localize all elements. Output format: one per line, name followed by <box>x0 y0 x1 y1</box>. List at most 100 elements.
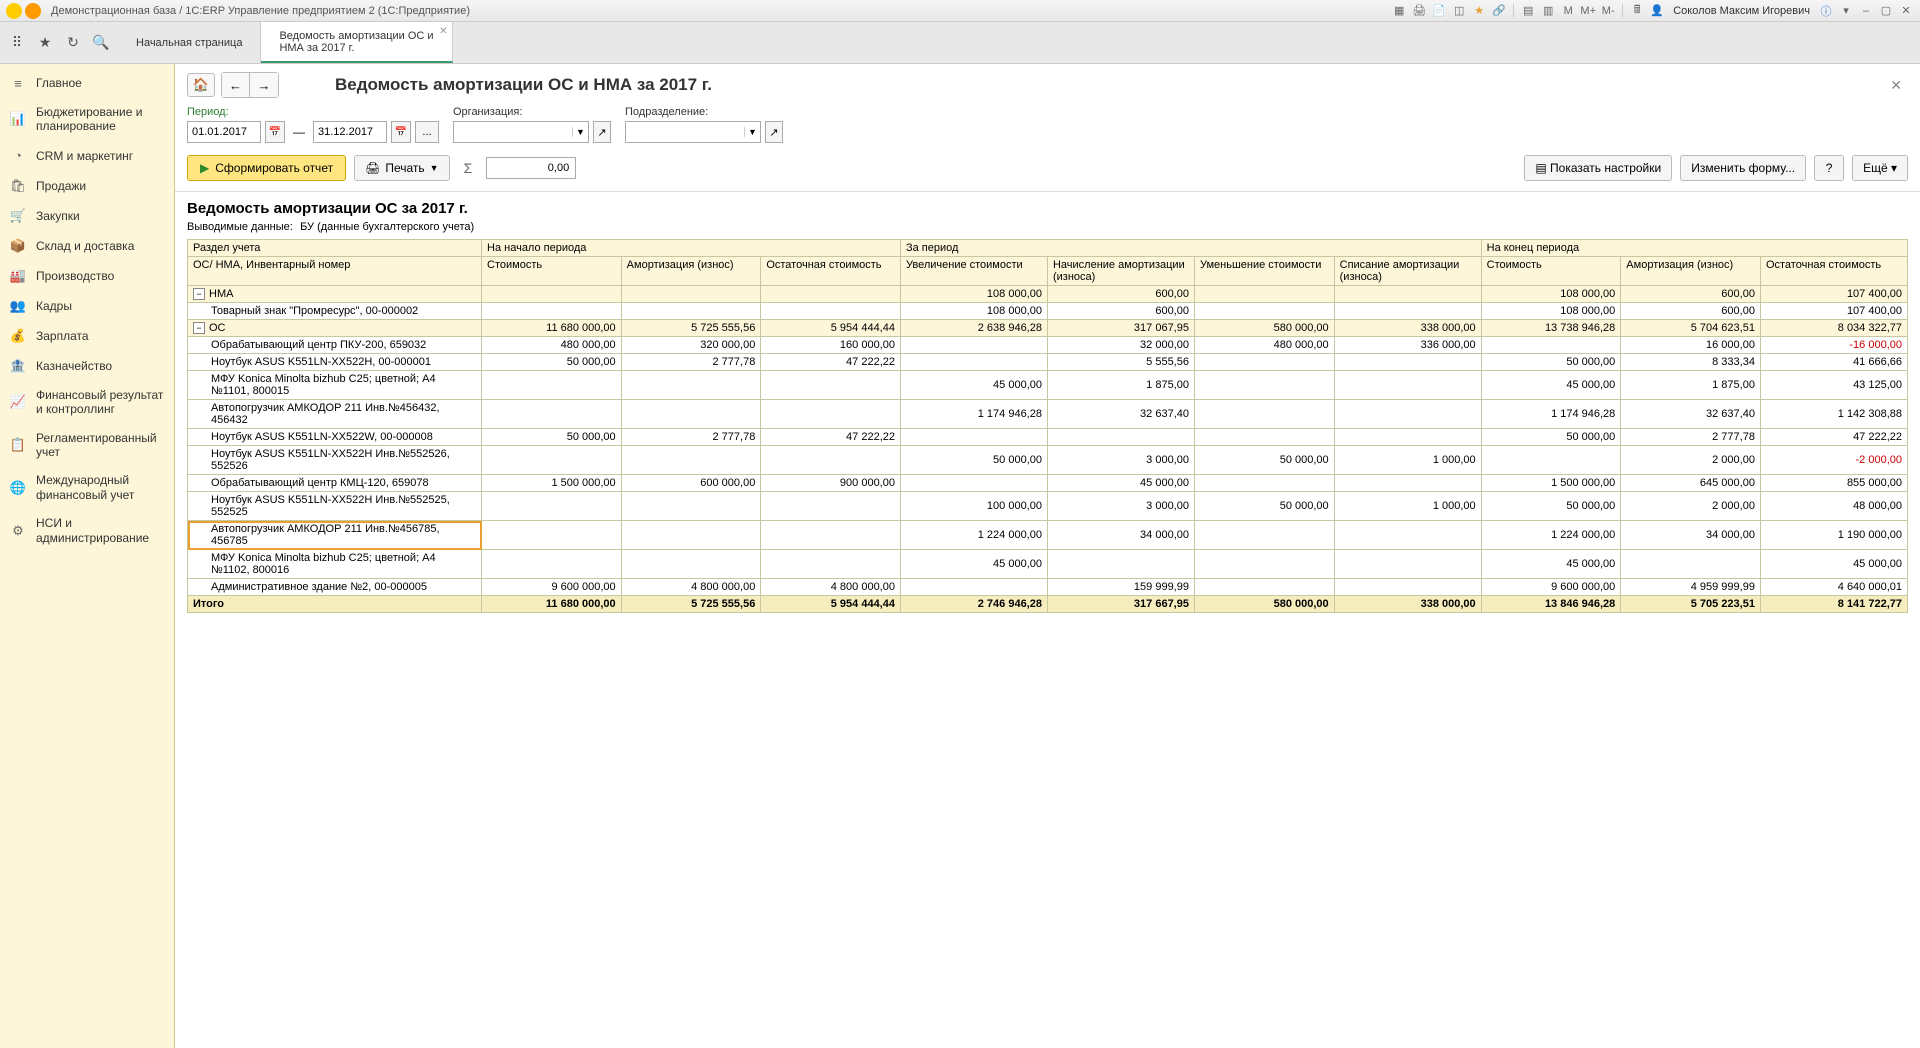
doc-icon[interactable]: 📄 <box>1431 3 1447 19</box>
toolbar-actions: ▶Сформировать отчет 🖨Печать▼ Σ ▤ Показат… <box>175 151 1920 191</box>
sidebar-icon: 🌐 <box>10 480 26 496</box>
table-row[interactable]: Обрабатывающий центр ПКУ-200, 659032480 … <box>188 337 1908 354</box>
sidebar-item-0[interactable]: ≡Главное <box>0 68 174 98</box>
date-to-input[interactable] <box>313 121 387 143</box>
tb-icon-1[interactable]: ▦ <box>1391 3 1407 19</box>
sidebar-item-8[interactable]: 💰Зарплата <box>0 321 174 351</box>
sidebar-item-11[interactable]: 📋Регламентированный учет <box>0 424 174 467</box>
report-table[interactable]: Раздел учетаНа начало периодаЗа периодНа… <box>187 239 1908 613</box>
user-icon[interactable]: 👤 <box>1649 3 1665 19</box>
sidebar-icon: ◔ <box>10 148 26 164</box>
tab-active[interactable]: Ведомость амортизации ОС и НМА за 2017 г… <box>261 22 452 63</box>
sidebar-item-7[interactable]: 👥 Кадры <box>0 291 174 321</box>
more-button[interactable]: Ещё ▾ <box>1852 155 1908 181</box>
link-icon[interactable]: 🔗 <box>1491 3 1507 19</box>
content: 🏠 ← → Ведомость амортизации ОС и НМА за … <box>175 64 1920 1048</box>
table-row[interactable]: Административное здание №2, 00-0000059 6… <box>188 579 1908 596</box>
period-ellipsis[interactable]: ... <box>415 121 439 143</box>
edit-form-button[interactable]: Изменить форму... <box>1680 155 1806 181</box>
drop-icon[interactable]: ▾ <box>1838 3 1854 19</box>
minimize-icon[interactable]: – <box>1858 3 1874 19</box>
m-minus-icon[interactable]: M- <box>1600 3 1616 19</box>
date-from-input[interactable] <box>187 121 261 143</box>
org-combo[interactable]: ▼ <box>453 121 589 143</box>
report-subtitle: Выводимые данные: БУ (данные бухгалтерск… <box>187 221 1908 233</box>
sidebar-item-2[interactable]: ◔ CRM и маркетинг <box>0 141 174 171</box>
compare-icon[interactable]: ◫ <box>1451 3 1467 19</box>
star-icon[interactable]: ★ <box>1471 3 1487 19</box>
sidebar-item-5[interactable]: 📦Склад и доставка <box>0 231 174 261</box>
org-label: Организация: <box>453 106 611 118</box>
sidebar-icon: 👥 <box>10 298 26 314</box>
close-icon[interactable]: ✕ <box>1898 3 1914 19</box>
date-from-cal[interactable]: 📅 <box>265 121 285 143</box>
tab-close-icon[interactable]: ✕ <box>439 26 447 37</box>
period-label: Период: <box>187 106 439 118</box>
m-icon[interactable]: M <box>1560 3 1576 19</box>
sidebar-icon: 📈 <box>10 394 26 410</box>
show-settings-button[interactable]: ▤ Показать настройки <box>1524 155 1672 181</box>
dept-combo[interactable]: ▼ <box>625 121 761 143</box>
sidebar-item-6[interactable]: 🏭 Производство <box>0 261 174 291</box>
table-row[interactable]: Ноутбук ASUS K551LN-XX522H Инв.№552526, … <box>188 446 1908 475</box>
sidebar-label: Кадры <box>36 299 164 313</box>
table-row[interactable]: Ноутбук ASUS K551LN-XX522W, 00-00000850 … <box>188 429 1908 446</box>
sidebar-icon: 📋 <box>10 437 26 453</box>
back-button[interactable]: ← <box>222 73 250 97</box>
page-close-icon[interactable]: ✕ <box>1884 77 1908 94</box>
table-row[interactable]: Ноутбук ASUS K551LN-XX522H Инв.№552525, … <box>188 492 1908 521</box>
sidebar-item-12[interactable]: 🌐Международный финансовый учет <box>0 466 174 509</box>
sidebar-label: Производство <box>36 269 164 283</box>
help-button[interactable]: ? <box>1814 155 1844 181</box>
home-button[interactable]: 🏠 <box>187 73 215 97</box>
sidebar-item-13[interactable]: ⚙НСИ и администрирование <box>0 509 174 552</box>
user-name: Соколов Максим Игоревич <box>1673 5 1810 17</box>
favorites-icon[interactable]: ★ <box>36 34 54 52</box>
tab-start[interactable]: Начальная страница <box>118 22 261 63</box>
search-icon[interactable]: 🔍 <box>92 34 110 52</box>
filters: Период: 📅 — 📅 ... Организация: ▼ ↗ П <box>175 106 1920 151</box>
titlebar: Демонстрационная база / 1С:ERP Управлени… <box>0 0 1920 22</box>
run-report-button[interactable]: ▶Сформировать отчет <box>187 155 346 181</box>
sidebar-label: CRM и маркетинг <box>36 149 164 163</box>
panel-icon[interactable]: ▥ <box>1540 3 1556 19</box>
maximize-icon[interactable]: ▢ <box>1878 3 1894 19</box>
tree-toggle[interactable]: − <box>193 322 205 334</box>
table-row[interactable]: Автопогрузчик АМКОДОР 211 Инв.№456432, 4… <box>188 400 1908 429</box>
grid-icon[interactable]: ▤ <box>1520 3 1536 19</box>
table-row[interactable]: МФУ Konica Minolta bizhub C25; цветной; … <box>188 550 1908 579</box>
forward-button[interactable]: → <box>250 73 278 97</box>
sidebar-icon: 📊 <box>10 111 26 127</box>
table-row[interactable]: Товарный знак "Промресурс", 00-000002108… <box>188 303 1908 320</box>
sigma-icon: Σ <box>458 160 479 176</box>
table-row[interactable]: МФУ Konica Minolta bizhub C25; цветной; … <box>188 371 1908 400</box>
print-button[interactable]: 🖨Печать▼ <box>354 155 449 181</box>
table-row[interactable]: Ноутбук ASUS K551LN-XX522H, 00-00000150 … <box>188 354 1908 371</box>
sidebar-item-1[interactable]: 📊Бюджетирование и планирование <box>0 98 174 141</box>
org-open[interactable]: ↗ <box>593 121 611 143</box>
print-icon[interactable]: 🖨 <box>1411 3 1427 19</box>
dept-open[interactable]: ↗ <box>765 121 783 143</box>
date-to-cal[interactable]: 📅 <box>391 121 411 143</box>
calc-icon[interactable]: 🖩 <box>1629 3 1645 19</box>
info-icon[interactable]: ⓘ <box>1818 3 1834 19</box>
sidebar-label: НСИ и администрирование <box>36 516 164 545</box>
apps-icon[interactable]: ⠿ <box>8 34 26 52</box>
sidebar-item-9[interactable]: 🏦Казначейство <box>0 351 174 381</box>
sidebar-icon: 🏦 <box>10 358 26 374</box>
sidebar-item-3[interactable]: 🛍Продажи <box>0 171 174 201</box>
table-row[interactable]: Обрабатывающий центр КМЦ-120, 6590781 50… <box>188 475 1908 492</box>
page-title: Ведомость амортизации ОС и НМА за 2017 г… <box>335 75 1878 95</box>
table-row[interactable]: Автопогрузчик АМКОДОР 211 Инв.№456785, 4… <box>188 521 1908 550</box>
app-menu-icon[interactable] <box>25 3 41 19</box>
sidebar-icon: 🏭 <box>10 268 26 284</box>
sum-input[interactable] <box>486 157 576 179</box>
tree-toggle[interactable]: − <box>193 288 205 300</box>
report-title: Ведомость амортизации ОС за 2017 г. <box>187 200 1908 217</box>
titlebar-right: ▦ 🖨 📄 ◫ ★ 🔗 ▤ ▥ M M+ M- 🖩 👤 Соколов Макс… <box>1391 3 1914 19</box>
history-icon[interactable]: ↻ <box>64 34 82 52</box>
sidebar-item-4[interactable]: 🛒Закупки <box>0 201 174 231</box>
sidebar-item-10[interactable]: 📈Финансовый результат и контроллинг <box>0 381 174 424</box>
sidebar-label: Главное <box>36 76 164 90</box>
m-plus-icon[interactable]: M+ <box>1580 3 1596 19</box>
